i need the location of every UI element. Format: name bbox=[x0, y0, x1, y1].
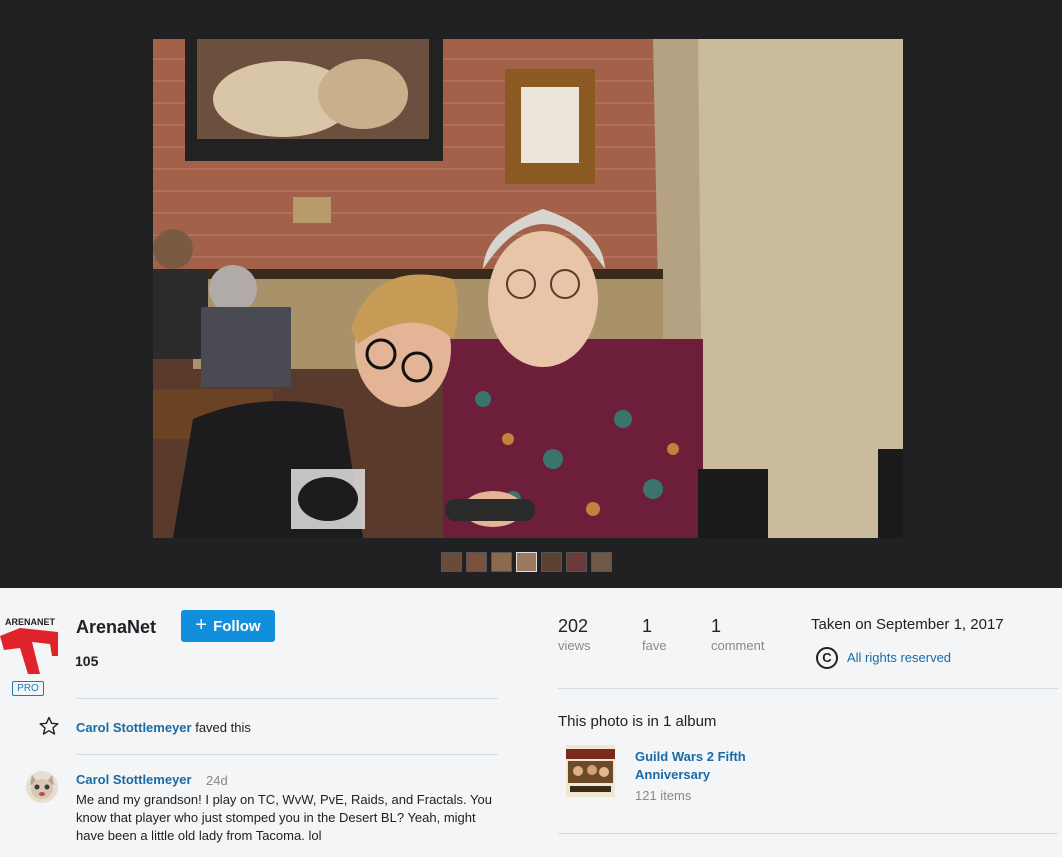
photo-illustration bbox=[153, 39, 903, 538]
album-heading: This photo is in 1 album bbox=[558, 713, 717, 730]
plus-icon: + bbox=[195, 614, 208, 636]
album-thumbnail[interactable] bbox=[566, 745, 615, 797]
comment-author-link[interactable]: Carol Stottlemeyer bbox=[76, 772, 192, 787]
divider bbox=[76, 698, 498, 699]
album-cover-image bbox=[566, 745, 615, 797]
stat-comments: 1 comment bbox=[711, 616, 764, 653]
fave-activity: Carol Stottlemeyer faved this bbox=[76, 720, 251, 735]
stat-views: 202 views bbox=[558, 616, 591, 653]
arenanet-logo: ARENANET bbox=[0, 617, 58, 674]
follow-label: Follow bbox=[213, 617, 261, 635]
fave-user-link[interactable]: Carol Stottlemeyer bbox=[76, 720, 192, 735]
filmstrip bbox=[441, 552, 612, 572]
filmstrip-thumb[interactable] bbox=[591, 552, 612, 572]
filmstrip-thumb[interactable] bbox=[466, 552, 487, 572]
pro-badge: PRO bbox=[12, 681, 44, 696]
cat-avatar-icon bbox=[26, 771, 58, 803]
owner-name[interactable]: ArenaNet bbox=[76, 617, 156, 638]
taken-date[interactable]: Taken on September 1, 2017 bbox=[811, 616, 1004, 633]
filmstrip-thumb[interactable] bbox=[491, 552, 512, 572]
photo-stage bbox=[0, 0, 1062, 588]
stat-views-label: views bbox=[558, 638, 591, 653]
stat-views-value: 202 bbox=[558, 616, 589, 636]
divider bbox=[76, 754, 498, 755]
stat-faves-value: 1 bbox=[642, 616, 653, 636]
stat-faves: 1 fave bbox=[642, 616, 667, 653]
follow-button[interactable]: + Follow bbox=[181, 610, 275, 642]
filmstrip-thumb[interactable] bbox=[441, 552, 462, 572]
divider bbox=[558, 833, 1058, 834]
fave-action: faved this bbox=[195, 720, 251, 735]
main-photo[interactable] bbox=[153, 39, 903, 538]
stat-comments-label: comment bbox=[711, 638, 765, 653]
stat-comments-value: 1 bbox=[711, 616, 722, 636]
copyright-icon: C bbox=[816, 647, 838, 669]
star-icon bbox=[39, 716, 59, 735]
album-title-link[interactable]: Guild Wars 2 Fifth Anniversary bbox=[635, 748, 795, 784]
filmstrip-thumb[interactable] bbox=[541, 552, 562, 572]
divider bbox=[558, 688, 1058, 689]
filmstrip-thumb[interactable] bbox=[566, 552, 587, 572]
license-link[interactable]: All rights reserved bbox=[847, 650, 951, 665]
comment-text: Me and my grandson! I play on TC, WvW, P… bbox=[76, 792, 492, 843]
commenter-avatar[interactable] bbox=[26, 771, 58, 803]
album-item-count: 121 items bbox=[635, 788, 692, 803]
owner-count: 105 bbox=[75, 653, 99, 669]
filmstrip-thumb[interactable] bbox=[516, 552, 537, 572]
logo-text: ARENANET bbox=[5, 617, 56, 627]
stat-faves-label: fave bbox=[642, 638, 667, 653]
owner-avatar[interactable]: ARENANET bbox=[0, 614, 60, 674]
comment-age[interactable]: 24d bbox=[206, 773, 228, 788]
